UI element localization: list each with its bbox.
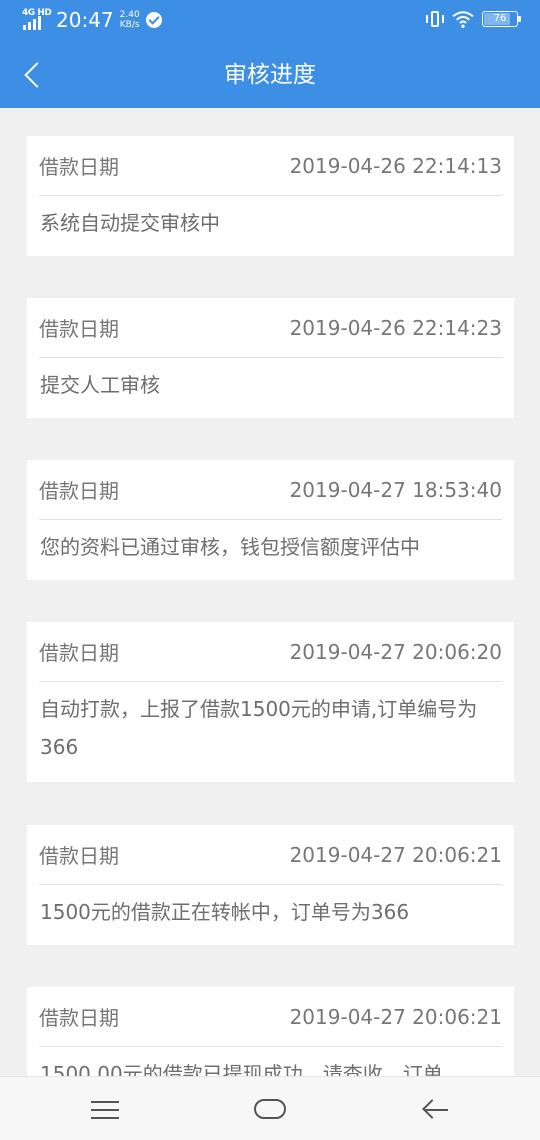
card-header-row: 借款日期 2019-04-26 22:14:13 xyxy=(39,136,502,196)
status-message: 1500元的借款正在转帐中，订单号为366 xyxy=(40,900,410,924)
loan-date-label: 借款日期 xyxy=(39,155,119,179)
status-left: 4G HD 20:47 2.40 KB/s xyxy=(22,8,162,32)
vibrate-icon xyxy=(426,9,444,29)
status-message: 提交人工审核 xyxy=(40,373,160,397)
status-message: 系统自动提交审核中 xyxy=(40,211,220,235)
check-circle-icon xyxy=(145,12,162,28)
card-header-row: 借款日期 2019-04-27 20:06:21 xyxy=(39,825,502,885)
status-message: 自动打款，上报了借款1500元的申请,订单编号为366 xyxy=(40,697,478,759)
loan-date-label: 借款日期 xyxy=(39,479,119,503)
loan-date-value: 2019-04-26 22:14:13 xyxy=(289,153,502,178)
page-title: 审核进度 xyxy=(224,62,316,88)
card-header-row: 借款日期 2019-04-27 20:06:20 xyxy=(39,622,502,682)
network-speed-value: 2.40 xyxy=(119,10,140,20)
loan-date-value: 2019-04-26 22:14:23 xyxy=(289,315,502,340)
card-header-row: 借款日期 2019-04-27 18:53:40 xyxy=(39,460,502,520)
card-header-row: 借款日期 2019-04-27 20:06:21 xyxy=(39,987,502,1047)
card-header-row: 借款日期 2019-04-26 22:14:23 xyxy=(39,298,502,358)
progress-card: 借款日期 2019-04-26 22:14:23 提交人工审核 xyxy=(27,298,514,418)
status-message: 您的资料已通过审核，钱包授信额度评估中 xyxy=(40,535,420,559)
progress-card: 借款日期 2019-04-26 22:14:13 系统自动提交审核中 xyxy=(27,136,514,256)
progress-card: 借款日期 2019-04-27 18:53:40 您的资料已通过审核，钱包授信额… xyxy=(27,460,514,580)
home-icon[interactable] xyxy=(254,1099,286,1119)
loan-date-label: 借款日期 xyxy=(39,844,119,868)
battery-icon: 76 xyxy=(482,11,521,27)
loan-date-value: 2019-04-27 20:06:21 xyxy=(289,1004,502,1029)
status-right: 76 xyxy=(426,9,521,29)
loan-date-value: 2019-04-27 20:06:20 xyxy=(289,639,502,664)
loan-date-label: 借款日期 xyxy=(39,1006,119,1030)
back-arrow-icon[interactable] xyxy=(422,1099,448,1121)
app-header: 审核进度 xyxy=(0,42,540,108)
menu-icon[interactable] xyxy=(91,1101,119,1119)
progress-card: 借款日期 2019-04-27 20:06:20 自动打款，上报了借款1500元… xyxy=(27,622,514,782)
loan-date-label: 借款日期 xyxy=(39,641,119,665)
cellular-signal-icon: 4G HD xyxy=(22,8,52,32)
status-time: 20:47 xyxy=(56,8,114,32)
progress-card: 借款日期 2019-04-27 20:06:21 1500元的借款正在转帐中，订… xyxy=(27,825,514,945)
loan-date-value: 2019-04-27 20:06:21 xyxy=(289,842,502,867)
battery-level: 76 xyxy=(493,13,507,24)
wifi-icon xyxy=(452,11,474,28)
system-nav-bar xyxy=(0,1076,540,1140)
network-speed: 2.40 KB/s xyxy=(120,10,140,30)
status-bar: 4G HD 20:47 2.40 KB/s 76 xyxy=(0,0,540,42)
network-speed-unit: KB/s xyxy=(119,20,140,30)
loan-date-label: 借款日期 xyxy=(39,317,119,341)
loan-date-value: 2019-04-27 18:53:40 xyxy=(289,477,502,502)
